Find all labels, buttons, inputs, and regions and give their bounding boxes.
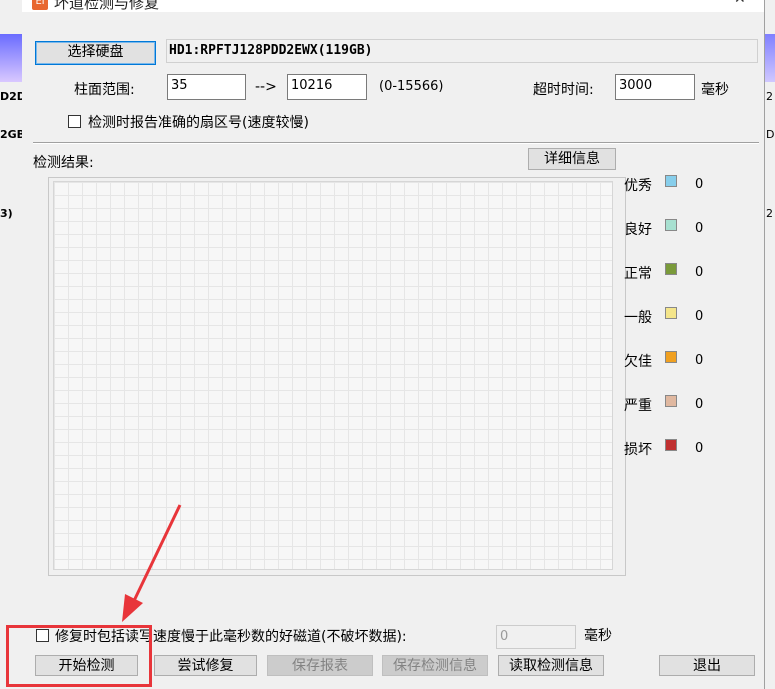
exit-button[interactable]: 退出	[659, 655, 755, 676]
cylinder-range-label: 柱面范围:	[74, 82, 135, 98]
results-label: 检测结果:	[33, 155, 94, 171]
slow-track-unit: 毫秒	[584, 628, 612, 644]
annotation-highlight-box	[6, 625, 152, 687]
background-stripe	[0, 34, 22, 82]
close-button[interactable]: ✕	[734, 0, 746, 7]
title-bar: Ei 坏道检测与修复 — ✕	[22, 0, 764, 12]
background-text: 2GB	[0, 128, 23, 141]
legend-item: 欠佳 0	[624, 351, 724, 371]
try-repair-button[interactable]: 尝试修复	[154, 655, 257, 676]
legend-label: 正常	[624, 266, 652, 282]
legend-label: 优秀	[624, 178, 652, 194]
legend-swatch	[665, 439, 677, 451]
legend-count: 0	[695, 309, 704, 324]
legend-swatch	[665, 219, 677, 231]
app-icon: Ei	[32, 0, 48, 10]
legend-swatch	[665, 351, 677, 363]
report-sector-checkbox[interactable]	[68, 115, 81, 128]
sector-map-grid	[53, 181, 613, 570]
legend-swatch	[665, 175, 677, 187]
background-text: D2D	[0, 90, 22, 103]
range-arrow: -->	[255, 79, 277, 95]
legend-count: 0	[695, 397, 704, 412]
save-scan-info-button[interactable]: 保存检测信息	[382, 655, 488, 676]
background-stripe	[765, 34, 775, 82]
legend-swatch	[665, 307, 677, 319]
slow-track-threshold-input[interactable]: 0	[496, 625, 576, 649]
legend-label: 损坏	[624, 442, 652, 458]
timeout-label: 超时时间:	[533, 82, 594, 98]
cylinder-range-hint: (0-15566)	[379, 79, 444, 94]
legend-label: 欠佳	[624, 354, 652, 370]
disk-display: HD1:RPFTJ128PDD2EWX(119GB)	[166, 39, 758, 63]
save-report-button[interactable]: 保存报表	[267, 655, 373, 676]
divider	[33, 142, 759, 144]
sector-map-frame	[48, 177, 626, 576]
background-text: 2	[766, 90, 773, 103]
legend-label: 一般	[624, 310, 652, 326]
legend-count: 0	[695, 221, 704, 236]
background-text: D	[766, 128, 775, 141]
legend-item: 良好 0	[624, 219, 724, 239]
minimize-button[interactable]: —	[676, 0, 690, 7]
legend-item: 严重 0	[624, 395, 724, 415]
select-disk-button[interactable]: 选择硬盘	[35, 41, 156, 65]
legend-label: 严重	[624, 398, 652, 414]
report-sector-label: 检测时报告准确的扇区号(速度较慢)	[88, 115, 309, 131]
window-title: 坏道检测与修复	[54, 0, 160, 12]
legend-item: 一般 0	[624, 307, 724, 327]
legend-count: 0	[695, 177, 704, 192]
details-button[interactable]: 详细信息	[528, 148, 616, 170]
legend-swatch	[665, 395, 677, 407]
background-window-left: D2D 2GB 3)	[0, 0, 23, 689]
legend-count: 0	[695, 353, 704, 368]
legend-count: 0	[695, 265, 704, 280]
legend-swatch	[665, 263, 677, 275]
cylinder-from-input[interactable]: 35	[167, 74, 246, 100]
bad-sector-dialog: Ei 坏道检测与修复 — ✕ 选择硬盘 HD1:RPFTJ128PDD2EWX(…	[22, 0, 764, 689]
cylinder-to-input[interactable]: 10216	[287, 74, 367, 100]
background-text: 2	[766, 207, 773, 220]
legend-item: 优秀 0	[624, 175, 724, 195]
read-scan-info-button[interactable]: 读取检测信息	[498, 655, 604, 676]
legend-item: 正常 0	[624, 263, 724, 283]
legend-count: 0	[695, 441, 704, 456]
timeout-input[interactable]: 3000	[615, 74, 695, 100]
timeout-unit: 毫秒	[701, 82, 729, 98]
legend-label: 良好	[624, 222, 652, 238]
background-text: 3)	[0, 207, 13, 220]
legend-item: 损坏 0	[624, 439, 724, 459]
background-window-right: 2 D 2	[764, 0, 775, 689]
